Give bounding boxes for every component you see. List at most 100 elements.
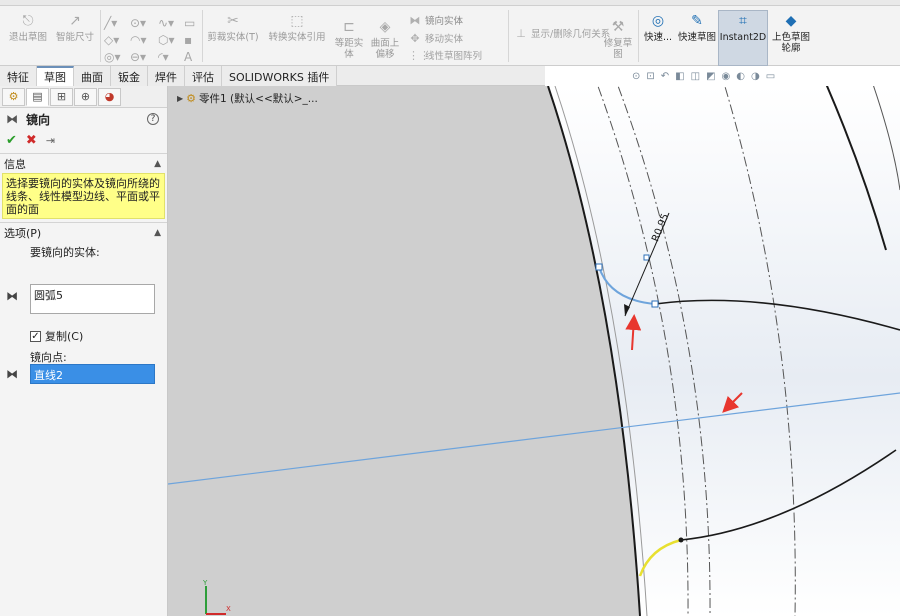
graphics-area[interactable]: R0.95 Y X [168,86,900,616]
rectangle-tool-icon[interactable]: ◇▾ [104,33,119,47]
copy-checkbox[interactable]: ✓ [30,330,41,342]
mirror-about-icon: ⧓ [6,367,18,381]
rapid-sketch-icon: ✎ [691,12,703,29]
collapse-caret-icon: ▲ [154,158,161,169]
text-tool-icon[interactable]: A [184,50,192,64]
ellipse-tool-icon[interactable]: ⊖▾ [130,50,146,64]
sketch-canvas[interactable]: R0.95 [168,86,900,616]
command-manager-ribbon: ⎋ 退出草图 ↗ 智能尺寸 ╱▾ ⊙▾ ∿▾ ◇▾ ◠▾ ⬡▾ ◎▾ ⊖▾ ◜▾… [0,6,900,66]
offset-surface-icon: ◈ [379,18,391,35]
list-item[interactable]: 直线2 [34,369,63,382]
offset-entities-button[interactable]: ⊏ 等距实体 [332,18,366,61]
mirror-about-field[interactable]: 直线2 [30,364,155,384]
flyout-tree-node[interactable]: ▶ ⚙ 零件1 (默认<<默认>_... [177,91,318,106]
options-section-header[interactable]: 选项(P) ▲ [0,222,167,242]
view-orientation-icon[interactable]: ◫ [691,71,700,82]
scene-icon[interactable]: ◑ [751,71,760,82]
arc-tool-icon[interactable]: ◠▾ [130,33,147,47]
pushpin-icon[interactable]: ⇥ [46,134,55,147]
zoom-area-icon[interactable]: ⊡ [646,71,654,82]
origin-triad: Y X [202,579,231,615]
arc-endpoint-handle[interactable] [651,300,659,308]
slot-tool-icon[interactable]: ◎▾ [104,50,121,64]
dimxpert-tab[interactable]: ⊕ [74,87,97,106]
x-axis-label: X [226,605,231,613]
tab-features[interactable]: 特征 [0,66,37,86]
help-icon[interactable]: ? [147,113,159,125]
property-manager-panel: ⚙ ▤ ⊞ ⊕ ◕ ⧓ 镜向 ? ✔ ✖ ⇥ 信息 ▲ 选择要镜向的实体及镜向所… [0,86,168,616]
circle-tool-icon[interactable]: ⊙▾ [130,16,146,30]
part-label: 零件1 (默认<<默认>_... [199,93,318,105]
tab-weldments[interactable]: 焊件 [148,66,185,86]
display-style-icon[interactable]: ◩ [706,71,715,82]
collapse-caret-icon: ▲ [154,227,161,238]
configuration-manager-tab[interactable]: ⊞ [50,87,73,106]
property-manager-header: ⧓ 镜向 ? [0,108,167,130]
tab-sketch[interactable]: 草图 [37,66,74,86]
relations-icon: ⊥ [516,26,526,40]
move-icon: ✥ [410,31,420,45]
tab-sheet-metal[interactable]: 钣金 [111,66,148,86]
shaded-sketch-icon: ◆ [785,12,797,29]
tab-evaluate[interactable]: 评估 [185,66,222,86]
property-manager-tab[interactable]: ▤ [26,87,49,106]
repair-sketch-button[interactable]: ⚒ 修复草图 [600,18,636,61]
previous-view-icon[interactable]: ↶ [661,71,669,82]
ribbon-divider [638,10,639,62]
section-view-icon[interactable]: ◧ [675,71,684,82]
mirror-about-label: 镜向点: [30,351,67,364]
list-item[interactable]: 圆弧5 [34,289,63,302]
tab-surfaces[interactable]: 曲面 [74,66,111,86]
fillet-tool-icon[interactable]: ◜▾ [158,50,169,64]
appearance-icon[interactable]: ◐ [736,71,745,82]
expand-arrow-icon[interactable]: ▶ [177,94,183,103]
linear-pattern-button[interactable]: ⋮⋮ 线性草图阵列 [408,48,482,63]
shaded-sketch-button[interactable]: ◆ 上色草图轮廓 [770,12,812,55]
copy-checkbox-row[interactable]: ✓ 复制(C) [30,328,83,344]
exit-sketch-button[interactable]: ⎋ 退出草图 [6,12,50,44]
ribbon-divider [508,10,509,62]
ok-check-icon[interactable]: ✔ [6,133,17,148]
quick-snaps-button[interactable]: ◎ 快速... [640,12,676,44]
instant2d-button[interactable]: ⌗ Instant2D [718,12,768,44]
copy-label: 复制(C) [45,330,84,343]
plane-tool-icon[interactable]: ▭ [184,16,195,30]
instant2d-icon: ⌗ [739,12,747,29]
move-entities-button[interactable]: ✥ 移动实体 [408,31,463,46]
cancel-x-icon[interactable]: ✖ [26,133,37,148]
hide-show-icon[interactable]: ◉ [722,71,731,82]
convert-entities-button[interactable]: ⬚ 转换实体引用 [264,12,330,44]
ribbon-divider [100,10,101,62]
polygon-tool-icon[interactable]: ⬡▾ [158,33,175,47]
zoom-to-fit-icon[interactable]: ⊙ [632,71,640,82]
snap-icon: ◎ [651,12,665,29]
trim-entities-button[interactable]: ✂ 剪裁实体(T) [206,12,260,44]
mirror-entities-button[interactable]: ⧓ 镜向实体 [408,13,464,28]
info-section-header[interactable]: 信息 ▲ [0,153,167,173]
display-relations-button[interactable]: ⊥ 显示/删除几何关系 [514,26,610,41]
smart-dimension-icon: ↗ [69,12,81,29]
spline-tool-icon[interactable]: ∿▾ [158,16,174,30]
arc-endpoint-handle[interactable] [595,263,603,271]
view-settings-icon[interactable]: ▭ [766,71,775,82]
feature-manager-tab[interactable]: ⚙ [2,87,25,106]
arc-center-handle[interactable] [643,254,650,261]
entities-to-mirror-list[interactable]: 圆弧5 [30,284,155,314]
crosshair-icon: ⊕ [80,90,91,103]
point-tool-icon[interactable]: ▪ [184,33,192,47]
smart-dimension-button[interactable]: ↗ 智能尺寸 [52,12,98,44]
offset-on-surface-button[interactable]: ◈ 曲面上偏移 [368,18,402,61]
info-message: 选择要镜向的实体及镜向所绕的线条、线性模型边线、平面或平面的面 [2,173,165,219]
display-manager-tab[interactable]: ◕ [98,87,121,106]
property-list-icon: ▤ [32,90,43,103]
property-manager-actions: ✔ ✖ ⇥ [0,130,167,150]
tab-solidworks-addins[interactable]: SOLIDWORKS 插件 [222,66,338,86]
offset-icon: ⊏ [343,18,355,35]
line-tool-icon[interactable]: ╱▾ [104,16,117,30]
y-axis-label: Y [202,579,208,587]
entities-to-mirror-label: 要镜向的实体: [30,246,100,259]
rapid-sketch-button[interactable]: ✎ 快速草图 [678,12,716,44]
manager-tabs: ⚙ ▤ ⊞ ⊕ ◕ [0,86,167,108]
mirror-icon: ⧓ [409,13,421,27]
sketch-point[interactable] [678,537,684,543]
